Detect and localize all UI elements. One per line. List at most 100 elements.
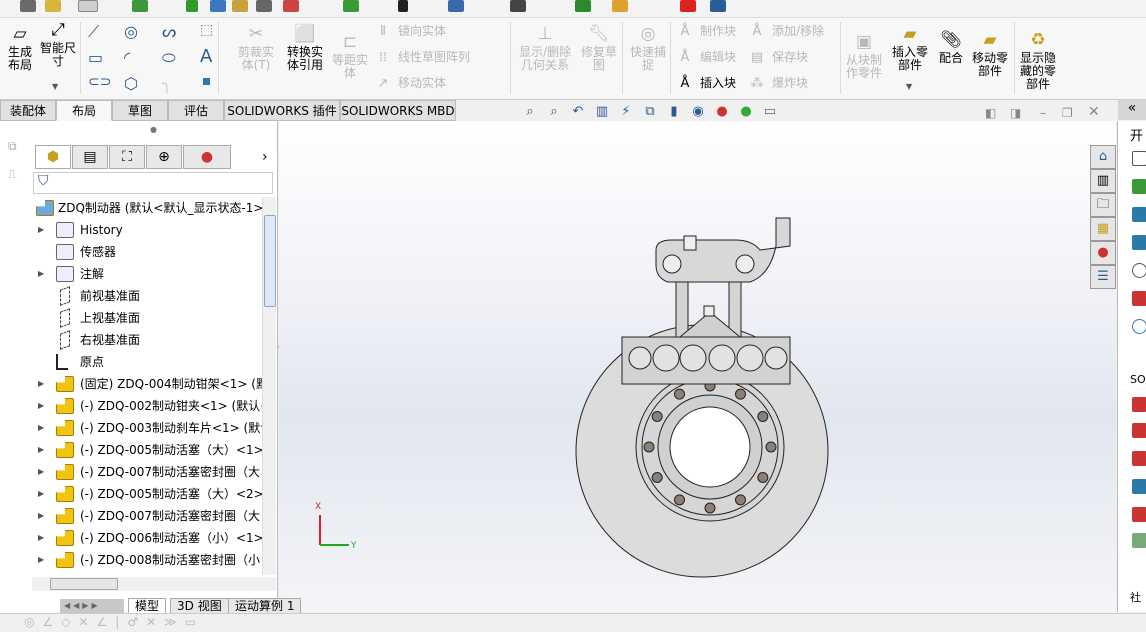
interference-icon[interactable]: [283, 0, 299, 12]
view-orientation-icon[interactable]: ⧉: [640, 104, 660, 122]
previous-icon[interactable]: ◧: [985, 106, 996, 120]
zoom-to-fit-icon[interactable]: ⌕: [520, 104, 540, 122]
custom-properties-tab[interactable]: ☰: [1090, 265, 1116, 289]
tree-item[interactable]: ▶ (-) ZDQ-007制动活塞密封圈（大: [0, 461, 262, 483]
collapse-task-pane-button[interactable]: «: [1118, 100, 1146, 120]
move-component-button[interactable]: ▰ 移动零 部件: [968, 30, 1012, 78]
expand-arrow-icon[interactable]: ▶: [38, 505, 44, 527]
tree-item[interactable]: ▶ (-) ZDQ-005制动活塞（大）<1>: [0, 439, 262, 461]
repair-sketch-button[interactable]: 🔧︎ 修复草 图: [577, 24, 621, 72]
expand-arrow-icon[interactable]: ▶: [38, 549, 44, 571]
new-document-icon[interactable]: [1132, 151, 1146, 166]
point-icon[interactable]: [203, 78, 210, 85]
tree-item[interactable]: ▶ (-) ZDQ-007制动活塞密封圈（大: [0, 505, 262, 527]
minimize-icon[interactable]: –: [1040, 106, 1046, 120]
convert-entities-button[interactable]: ⬜ 转换实 体引用: [283, 24, 327, 72]
tree-item[interactable]: 右视基准面: [0, 329, 262, 351]
mate-button[interactable]: 📎︎ 配合: [934, 30, 968, 65]
fillet-icon[interactable]: ╮: [162, 74, 172, 93]
check-part-icon[interactable]: [343, 0, 359, 12]
expand-arrow-icon[interactable]: ▶: [38, 461, 44, 483]
rebuild-icon[interactable]: [132, 0, 148, 12]
sum-icon[interactable]: [398, 0, 408, 12]
info-icon[interactable]: [1132, 319, 1146, 334]
mirror-button[interactable]: ⫴ 镜向实体: [374, 22, 446, 40]
tree-item[interactable]: ▶ (-) ZDQ-006制动活塞（小）<1>: [0, 527, 262, 549]
select-icon[interactable]: [78, 0, 98, 12]
expand-arrow-icon[interactable]: ▶: [38, 373, 44, 395]
tree-item[interactable]: 前视基准面: [0, 285, 262, 307]
chevron-right-icon[interactable]: ›: [262, 149, 268, 165]
polygon-icon[interactable]: ⬡: [124, 74, 138, 93]
solidworks-icon[interactable]: [1132, 291, 1146, 306]
appearances-tab[interactable]: ●: [1090, 241, 1116, 265]
tree-item[interactable]: ▶ (-) ZDQ-008制动活塞密封圈（小: [0, 549, 262, 571]
panel-grip[interactable]: ●: [150, 125, 157, 134]
tree-vertical-scrollbar[interactable]: [262, 197, 276, 575]
insert-component-button[interactable]: ▰ 插入零 部件: [888, 24, 932, 72]
scrollbar-thumb[interactable]: [264, 215, 276, 307]
scrollbar-thumb[interactable]: [50, 578, 118, 590]
expand-arrow-icon[interactable]: ▶: [38, 527, 44, 549]
tutorial-icon[interactable]: [1132, 235, 1146, 250]
tab-mbd[interactable]: SOLIDWORKS MBD: [340, 100, 456, 121]
zoom-area-icon[interactable]: ⌕: [544, 104, 564, 122]
file-explorer-tab[interactable]: 🗀︎: [1090, 193, 1116, 217]
solidworks-resource-icon[interactable]: [1132, 451, 1146, 466]
section-icon[interactable]: [256, 0, 272, 12]
render-icon[interactable]: [612, 0, 628, 12]
arc-icon[interactable]: ◜: [124, 48, 130, 67]
tutorial-icon[interactable]: [1132, 207, 1146, 222]
insert-component-icon[interactable]: [20, 0, 36, 12]
scene-icon[interactable]: ●: [736, 104, 756, 122]
mass-props-icon[interactable]: [232, 0, 248, 12]
make-block-button[interactable]: Å 制作块: [676, 22, 736, 40]
expand-arrow-icon[interactable]: ▶: [38, 483, 44, 505]
insert-block-button[interactable]: Å 插入块: [676, 74, 736, 92]
check-icon[interactable]: [186, 0, 198, 12]
design-library-tab[interactable]: ▥: [1090, 169, 1116, 193]
configuration-manager-tab[interactable]: ⛶: [109, 145, 145, 169]
hide-show-icon[interactable]: ◉: [688, 104, 708, 122]
home-tab[interactable]: ⌂: [1090, 145, 1116, 169]
tab-layout[interactable]: 布局: [56, 100, 112, 121]
curvature-icon[interactable]: [448, 0, 464, 12]
tree-root[interactable]: ZDQ制动器 (默认<默认_显示状态-1>): [0, 197, 262, 219]
link-icon[interactable]: [710, 0, 726, 12]
expand-arrow-icon[interactable]: ▶: [38, 395, 44, 417]
move-entities-button[interactable]: ↗ 移动实体: [374, 74, 446, 92]
close-check-icon[interactable]: [575, 0, 591, 12]
tree-item[interactable]: 原点: [0, 351, 262, 373]
text-icon[interactable]: A: [200, 46, 212, 67]
feature-manager-tab[interactable]: ⬢: [35, 145, 71, 169]
solidworks-resource-icon[interactable]: [1132, 423, 1146, 438]
tab-motion-study[interactable]: 运动算例 1: [228, 598, 302, 614]
tree-item[interactable]: ▶ (固定) ZDQ-004制动钳架<1> (默: [0, 373, 262, 395]
expand-arrow-icon[interactable]: ▶: [38, 439, 44, 461]
dimxpert-tab[interactable]: ⊕: [146, 145, 182, 169]
view-palette-tab[interactable]: ▦: [1090, 217, 1116, 241]
expand-arrow-icon[interactable]: ▶: [38, 219, 44, 241]
show-hidden-components-button[interactable]: ♻ 显示隐 藏的零 部件: [1016, 30, 1060, 91]
graphics-area[interactable]: X Y: [279, 121, 1116, 612]
tab-sketch[interactable]: 草图: [112, 100, 168, 121]
expand-arrow-icon[interactable]: ▶: [38, 417, 44, 439]
open-document-icon[interactable]: [1132, 179, 1146, 194]
tab-scroll-buttons[interactable]: ◀◀▶▶: [60, 599, 124, 613]
view-settings-icon[interactable]: ▭: [760, 104, 780, 122]
expand-arrow-icon[interactable]: ▶: [38, 263, 44, 285]
dynamic-annotation-icon[interactable]: ⚡: [616, 104, 636, 122]
save-block-button[interactable]: ▤ 保存块: [748, 48, 808, 66]
circle-icon[interactable]: ◎: [124, 22, 138, 41]
property-manager-tab[interactable]: ▤: [72, 145, 108, 169]
next-icon[interactable]: ◨: [1010, 106, 1021, 120]
display-style-icon[interactable]: ▮: [664, 104, 684, 122]
line-icon[interactable]: ⟋: [88, 22, 99, 42]
tab-model[interactable]: 模型: [128, 598, 167, 614]
slot-icon[interactable]: ⊂⊃: [88, 74, 111, 90]
edit-block-button[interactable]: Å 编辑块: [676, 48, 736, 66]
check-icon[interactable]: [510, 0, 526, 12]
tree-item[interactable]: ▶ (-) ZDQ-002制动钳夹<1> (默认<: [0, 395, 262, 417]
help-icon[interactable]: [1132, 263, 1146, 278]
display-manager-tab[interactable]: ●: [183, 145, 231, 169]
